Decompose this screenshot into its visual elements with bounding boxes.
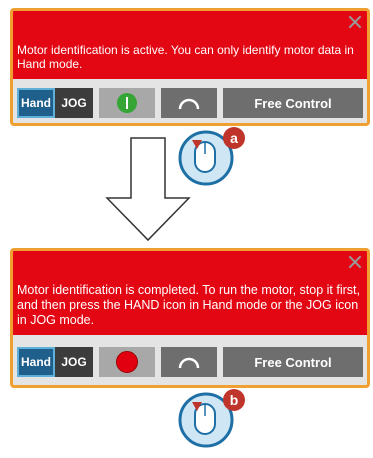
jog-mode-button[interactable]: JOG: [55, 88, 93, 118]
bend-button[interactable]: [161, 88, 217, 118]
mode-switch: Hand JOG: [17, 88, 93, 118]
bend-arc-icon: [178, 98, 200, 110]
hand-mode-button[interactable]: Hand: [17, 347, 55, 377]
notification-panel-active: Motor identification is active. You can …: [10, 8, 370, 126]
close-icon[interactable]: [348, 255, 362, 269]
free-control-button[interactable]: Free Control: [223, 88, 363, 118]
jog-mode-button[interactable]: JOG: [55, 347, 93, 377]
step-label: a: [230, 130, 238, 146]
stop-icon: [116, 351, 138, 373]
hand-mode-button[interactable]: Hand: [17, 88, 55, 118]
control-toolbar: Hand JOG Free Control: [13, 343, 367, 381]
bend-arc-icon: [178, 357, 200, 369]
mouse-pointer-icon: b: [178, 389, 245, 448]
notification-panel-completed: Motor identification is completed. To ru…: [10, 248, 370, 388]
down-arrow-icon: [105, 137, 191, 242]
free-control-button[interactable]: Free Control: [223, 347, 363, 377]
close-icon[interactable]: [348, 15, 362, 29]
bend-button[interactable]: [161, 347, 217, 377]
power-on-icon: [117, 93, 137, 113]
stop-status-button[interactable]: [99, 347, 155, 377]
mode-switch: Hand JOG: [17, 347, 93, 377]
message-text: Motor identification is completed. To ru…: [17, 283, 360, 327]
message-banner: Motor identification is completed. To ru…: [13, 251, 367, 335]
message-banner: Motor identification is active. You can …: [13, 11, 367, 79]
run-status-button[interactable]: [99, 88, 155, 118]
message-text: Motor identification is active. You can …: [17, 43, 354, 71]
step-label: b: [230, 392, 239, 408]
